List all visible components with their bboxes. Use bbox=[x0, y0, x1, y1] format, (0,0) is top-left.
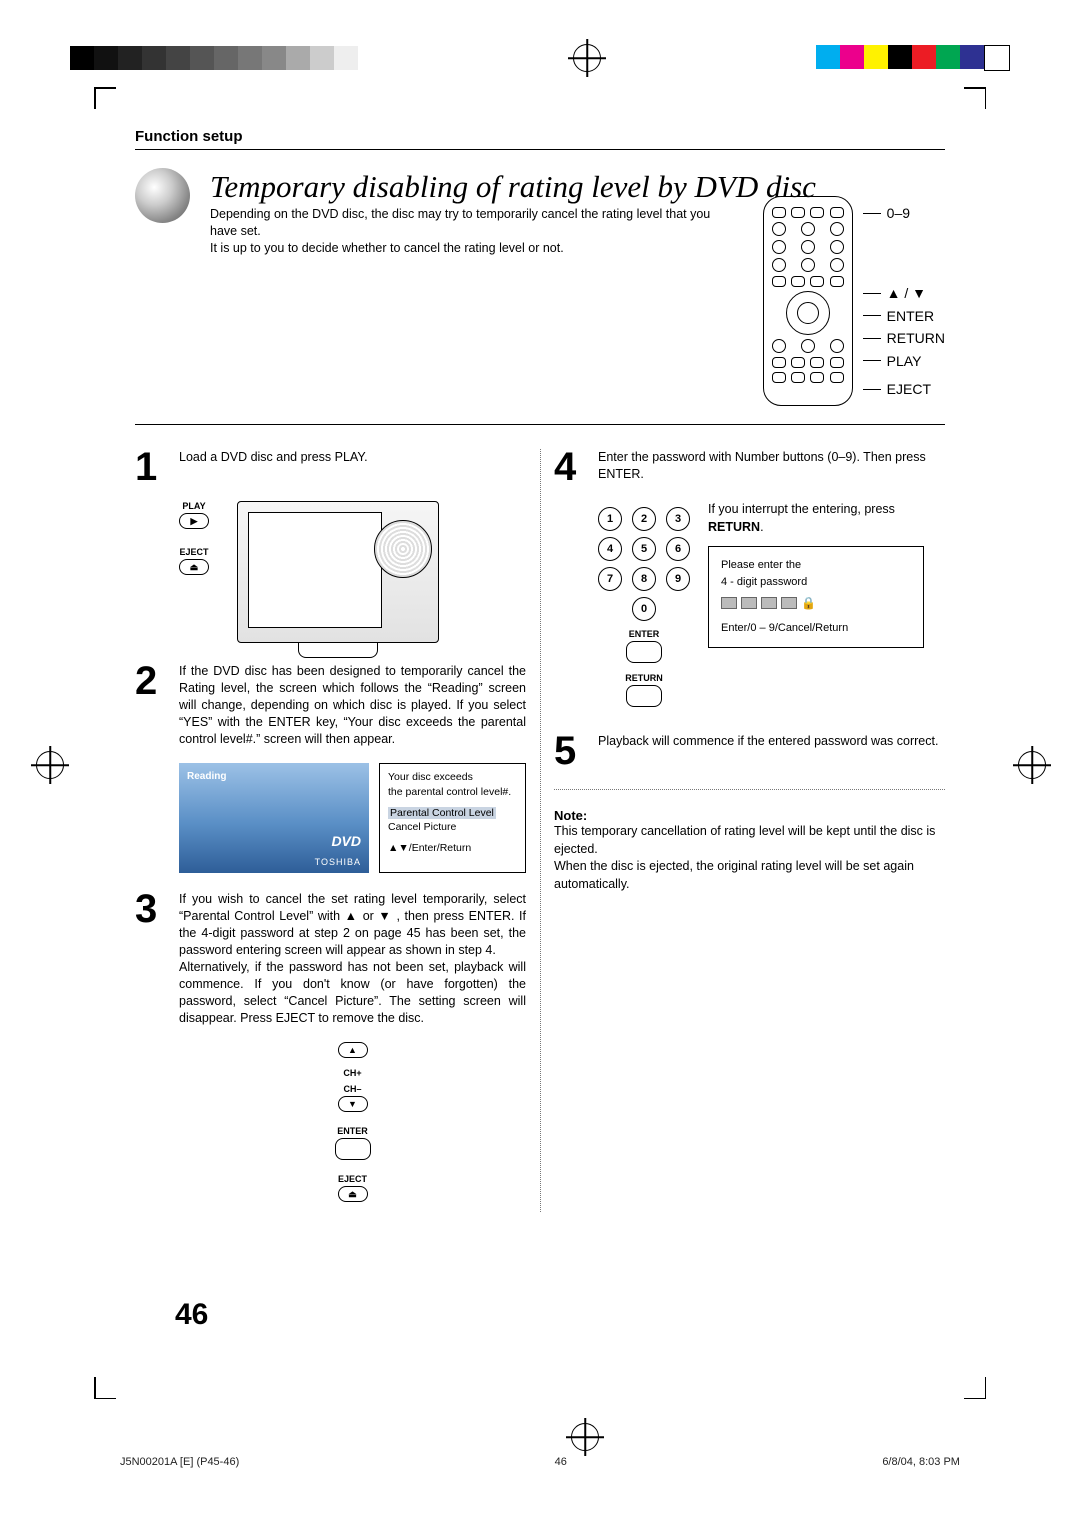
note-body: This temporary cancellation of rating le… bbox=[554, 823, 945, 893]
remote-outline-icon bbox=[763, 196, 853, 406]
eject-icon: ⏏ bbox=[190, 562, 199, 573]
step-text: If the DVD disc has been designed to tem… bbox=[179, 663, 526, 747]
step-5: 5 Playback will commence if the entered … bbox=[554, 733, 945, 769]
numpad-4: 4 bbox=[598, 537, 622, 561]
footer-docid: J5N00201A [E] (P45-46) bbox=[120, 1456, 239, 1468]
disc-icon bbox=[374, 520, 432, 578]
numpad-7: 7 bbox=[598, 567, 622, 591]
print-footer: J5N00201A [E] (P45-46) 46 6/8/04, 8:03 P… bbox=[120, 1456, 960, 1468]
crosshair-icon bbox=[1018, 751, 1044, 777]
remote-label: 0–9 bbox=[887, 202, 910, 224]
osd-hint: ▲▼/Enter/Return bbox=[388, 841, 517, 856]
pw-text: Please enter the bbox=[721, 557, 911, 574]
button-label: ENTER bbox=[179, 1126, 526, 1136]
brand-label: TOSHIBA bbox=[315, 857, 361, 867]
numpad-2: 2 bbox=[632, 507, 656, 531]
numpad-8: 8 bbox=[632, 567, 656, 591]
remote-label: RETURN bbox=[887, 327, 945, 349]
pw-text: 4 - digit password bbox=[721, 574, 911, 591]
step-text: Enter the password with Number buttons (… bbox=[598, 449, 945, 485]
step-number: 4 bbox=[554, 449, 588, 485]
note-heading: Note: bbox=[554, 808, 945, 823]
play-icon: ▶ bbox=[191, 516, 198, 527]
step3-buttons: ▲ CH+ CH– ▼ ENTER EJECT bbox=[179, 1042, 526, 1202]
step-number: 1 bbox=[135, 449, 169, 485]
chevron-down-icon: ▼ bbox=[348, 1099, 357, 1109]
footer-page: 46 bbox=[555, 1456, 567, 1468]
remote-label-list: 0–9 ▲ / ▼ ENTER RETURN PLAY EJECT bbox=[863, 196, 945, 400]
step-1: 1 Load a DVD disc and press PLAY. bbox=[135, 449, 526, 485]
remote-label: ENTER bbox=[887, 305, 934, 327]
intro-line: Depending on the DVD disc, the disc may … bbox=[210, 207, 710, 238]
dvd-logo-icon: DVD bbox=[331, 833, 361, 849]
print-registration-bottom bbox=[0, 1424, 1080, 1450]
numpad-9: 9 bbox=[666, 567, 690, 591]
step-3: 3 If you wish to cancel the set rating l… bbox=[135, 891, 526, 1026]
step-number: 5 bbox=[554, 733, 588, 769]
grayscale-swatch bbox=[70, 46, 358, 70]
step-text: If you wish to cancel the set rating lev… bbox=[179, 891, 526, 1026]
remote-label: PLAY bbox=[887, 350, 922, 372]
numpad-5: 5 bbox=[632, 537, 656, 561]
sphere-bullet-icon bbox=[135, 168, 190, 223]
osd-text: the parental control level#. bbox=[388, 785, 517, 800]
button-label: CH– bbox=[179, 1084, 526, 1094]
button-label: RETURN bbox=[598, 673, 690, 683]
osd-text: Your disc exceeds bbox=[388, 770, 517, 785]
footer-timestamp: 6/8/04, 8:03 PM bbox=[882, 1456, 960, 1468]
print-registration-top bbox=[0, 45, 1080, 71]
page-number: 46 bbox=[175, 1298, 208, 1332]
step-number: 3 bbox=[135, 891, 169, 1026]
lock-icon: 🔒 bbox=[801, 594, 816, 612]
crosshair-icon bbox=[571, 1423, 599, 1451]
section-heading: Function setup bbox=[135, 128, 945, 145]
step-text: Load a DVD disc and press PLAY. bbox=[179, 449, 526, 485]
intro-line: It is up to you to decide whether to can… bbox=[210, 241, 564, 255]
numpad-1: 1 bbox=[598, 507, 622, 531]
step1-diagram: PLAY ▶ EJECT ⏏ bbox=[179, 501, 526, 643]
step-number: 2 bbox=[135, 663, 169, 747]
tv-dvd-illustration bbox=[237, 501, 439, 643]
chevron-up-icon: ▲ bbox=[348, 1045, 357, 1055]
button-label: CH+ bbox=[179, 1068, 526, 1078]
pw-slots: 🔒 bbox=[721, 594, 911, 612]
page-title: Temporary disabling of rating level by D… bbox=[210, 170, 816, 204]
manual-page: Function setup Temporary disabling of ra… bbox=[0, 0, 1080, 1528]
step-2: 2 If the DVD disc has been designed to t… bbox=[135, 663, 526, 747]
crosshair-icon bbox=[36, 751, 62, 777]
divider bbox=[135, 149, 945, 150]
eject-button-illustration: EJECT ⏏ bbox=[179, 547, 209, 575]
crosshair-icon bbox=[573, 44, 601, 72]
remote-label: ▲ / ▼ bbox=[887, 282, 926, 304]
numpad-diagram: 1 2 3 4 5 6 7 8 bbox=[598, 507, 690, 709]
intro-text: Depending on the DVD disc, the disc may … bbox=[210, 206, 730, 257]
step-4: 4 Enter the password with Number buttons… bbox=[554, 449, 945, 485]
remote-label: EJECT bbox=[887, 378, 931, 400]
button-label: PLAY bbox=[179, 501, 209, 511]
numpad-6: 6 bbox=[666, 537, 690, 561]
pw-hint: Enter/0 – 9/Cancel/Return bbox=[721, 620, 911, 637]
osd-reading-label: Reading bbox=[187, 771, 361, 782]
right-column: 4 Enter the password with Number buttons… bbox=[554, 449, 945, 1212]
numpad-3: 3 bbox=[666, 507, 690, 531]
password-dialog: Please enter the 4 - digit password 🔒 En… bbox=[708, 546, 924, 648]
button-label: ENTER bbox=[598, 629, 690, 639]
osd-highlight: Parental Control Level bbox=[388, 807, 496, 819]
left-column: 1 Load a DVD disc and press PLAY. PLAY ▶… bbox=[135, 449, 526, 1212]
osd-screen: Reading DVD TOSHIBA bbox=[179, 763, 369, 873]
step-text: Playback will commence if the entered pa… bbox=[598, 733, 945, 769]
step4-hint: If you interrupt the entering, press RET… bbox=[708, 501, 945, 536]
button-label: EJECT bbox=[179, 547, 209, 557]
remote-diagram: 0–9 ▲ / ▼ ENTER RETURN PLAY EJECT bbox=[763, 196, 945, 406]
cmyk-swatch bbox=[816, 45, 1010, 71]
button-label: EJECT bbox=[179, 1174, 526, 1184]
page-frame: Function setup Temporary disabling of ra… bbox=[95, 88, 985, 1398]
osd-text: Cancel Picture bbox=[388, 820, 517, 835]
osd-menu-panel: Your disc exceeds the parental control l… bbox=[379, 763, 526, 873]
page-content: Function setup Temporary disabling of ra… bbox=[135, 128, 945, 1338]
eject-icon: ⏏ bbox=[348, 1189, 357, 1200]
numpad-0: 0 bbox=[632, 597, 656, 621]
step2-screenshot: Reading DVD TOSHIBA Your disc exceeds th… bbox=[179, 763, 526, 873]
play-button-illustration: PLAY ▶ bbox=[179, 501, 209, 529]
